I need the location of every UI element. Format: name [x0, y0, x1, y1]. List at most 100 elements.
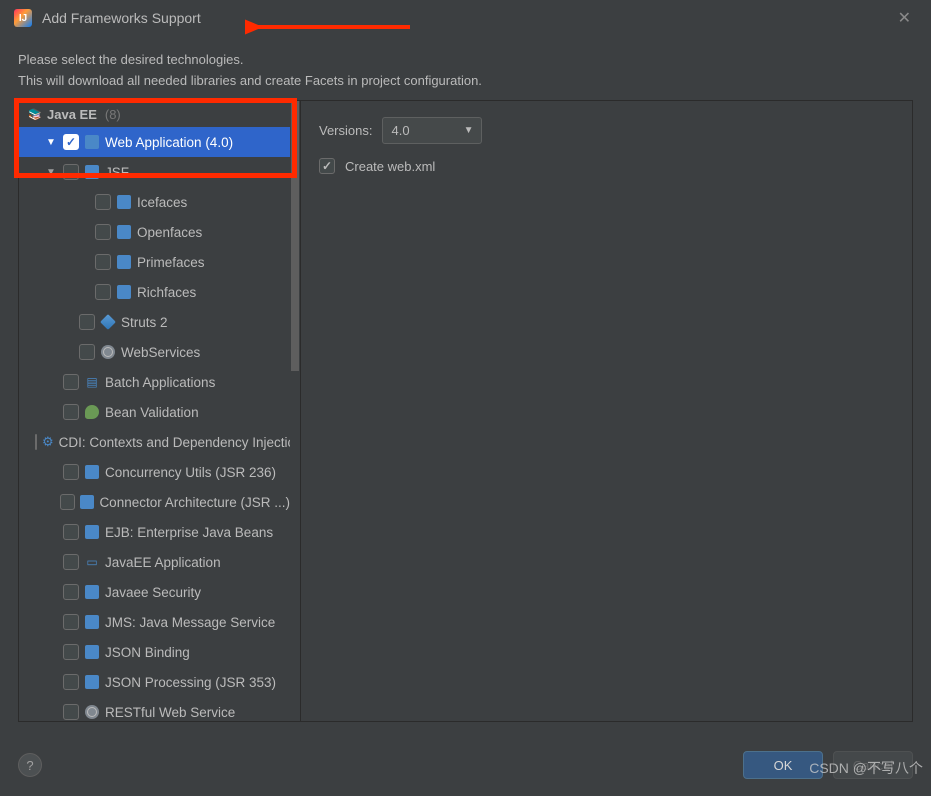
framework-detail-pane: Versions: 4.0 ▼ Create web.xml	[301, 101, 912, 721]
tree-item-concurrency[interactable]: Concurrency Utils (JSR 236)	[19, 457, 290, 487]
description-line1: Please select the desired technologies.	[18, 50, 913, 71]
module-icon	[85, 525, 99, 539]
javaee-icon	[84, 554, 100, 570]
tree-item-label: RESTful Web Service	[105, 705, 235, 720]
tree-item-jsf[interactable]: ▼ JSF	[19, 157, 290, 187]
tree-scrollbar[interactable]	[290, 101, 300, 721]
tree-item-label: Openfaces	[137, 225, 202, 240]
tree-item-label: Batch Applications	[105, 375, 215, 390]
tree-checkbox[interactable]	[79, 344, 95, 360]
tree-checkbox[interactable]	[35, 434, 37, 450]
description-line2: This will download all needed libraries …	[18, 71, 913, 92]
web-icon	[85, 135, 99, 149]
chevron-down-icon: ▼	[464, 125, 474, 136]
tree-checkbox[interactable]	[63, 374, 79, 390]
tree-item-openfaces[interactable]: Openfaces	[19, 217, 290, 247]
cancel-button[interactable]: Cancel	[833, 751, 913, 779]
tree-item-label: WebServices	[121, 345, 200, 360]
tree-checkbox[interactable]	[63, 674, 79, 690]
versions-label: Versions:	[319, 123, 372, 138]
component-icon	[85, 165, 99, 179]
expand-arrow-icon[interactable]: ▼	[44, 135, 58, 149]
cdi-icon	[42, 434, 54, 450]
module-icon	[85, 465, 99, 479]
tree-checkbox[interactable]	[63, 134, 79, 150]
tree-item-restful[interactable]: RESTful Web Service	[19, 697, 290, 721]
component-icon	[117, 255, 131, 269]
frameworks-tree-pane: Java EE(8)▼Web Application (4.0)▼JSFIcef…	[19, 101, 301, 721]
tree-checkbox[interactable]	[63, 164, 79, 180]
globe-icon	[101, 345, 115, 359]
tree-checkbox[interactable]	[63, 584, 79, 600]
tree-item-struts2[interactable]: Struts 2	[19, 307, 290, 337]
library-icon	[27, 106, 43, 122]
tree-item-primefaces[interactable]: Primefaces	[19, 247, 290, 277]
versions-row: Versions: 4.0 ▼	[319, 117, 894, 144]
version-dropdown[interactable]: 4.0 ▼	[382, 117, 482, 144]
tree-item-label: Richfaces	[137, 285, 196, 300]
tree-checkbox[interactable]	[95, 254, 111, 270]
tree-item-jms[interactable]: JMS: Java Message Service	[19, 607, 290, 637]
tree-item-connector[interactable]: Connector Architecture (JSR ...)	[19, 487, 290, 517]
intellij-icon: IJ	[14, 9, 32, 27]
tree-item-web-app[interactable]: ▼Web Application (4.0)	[19, 127, 290, 157]
tree-item-batch[interactable]: Batch Applications	[19, 367, 290, 397]
tree-item-json-bind[interactable]: JSON Binding	[19, 637, 290, 667]
module-icon	[80, 495, 94, 509]
ok-button[interactable]: OK	[743, 751, 823, 779]
tree-checkbox[interactable]	[79, 314, 95, 330]
create-webxml-label: Create web.xml	[345, 159, 435, 174]
tree-item-label: JSF	[105, 165, 129, 180]
tree-checkbox[interactable]	[63, 614, 79, 630]
tree-item-label: JMS: Java Message Service	[105, 615, 275, 630]
component-icon	[117, 195, 131, 209]
create-webxml-checkbox[interactable]	[319, 158, 335, 174]
dialog-footer: ? OK Cancel	[0, 734, 931, 796]
scrollbar-thumb[interactable]	[291, 101, 299, 371]
tree-item-json-proc[interactable]: JSON Processing (JSR 353)	[19, 667, 290, 697]
expand-arrow-icon[interactable]: ▼	[44, 165, 58, 179]
tree-checkbox[interactable]	[60, 494, 75, 510]
tree-item-label: Connector Architecture (JSR ...)	[99, 495, 290, 510]
tree-checkbox[interactable]	[63, 524, 79, 540]
globe-icon	[85, 705, 99, 719]
tree-item-label: Javaee Security	[105, 585, 201, 600]
tree-checkbox[interactable]	[95, 194, 111, 210]
tree-checkbox[interactable]	[63, 404, 79, 420]
tree-item-cdi[interactable]: CDI: Contexts and Dependency Injection	[19, 427, 290, 457]
component-icon	[117, 285, 131, 299]
tree-item-label: JavaEE Application	[105, 555, 221, 570]
tree-item-beanval[interactable]: Bean Validation	[19, 397, 290, 427]
tree-item-label: Concurrency Utils (JSR 236)	[105, 465, 276, 480]
tree-item-icefaces[interactable]: Icefaces	[19, 187, 290, 217]
tree-item-richfaces[interactable]: Richfaces	[19, 277, 290, 307]
content-panel: Java EE(8)▼Web Application (4.0)▼JSFIcef…	[18, 100, 913, 722]
help-button[interactable]: ?	[18, 753, 42, 777]
tree-checkbox[interactable]	[63, 704, 79, 720]
group-label: Java EE	[47, 107, 97, 122]
group-header-javaee[interactable]: Java EE (8)	[19, 101, 290, 127]
close-icon[interactable]: ✕	[892, 2, 917, 34]
tree-checkbox[interactable]	[63, 644, 79, 660]
tree-checkbox[interactable]	[95, 224, 111, 240]
tree-item-webservices[interactable]: WebServices	[19, 337, 290, 367]
tree-item-label: Primefaces	[137, 255, 205, 270]
module-icon	[85, 585, 99, 599]
tree-checkbox[interactable]	[95, 284, 111, 300]
module-icon	[85, 615, 99, 629]
window-title: Add Frameworks Support	[42, 10, 892, 26]
description: Please select the desired technologies. …	[0, 36, 931, 108]
tree-item-javaeeapp[interactable]: JavaEE Application	[19, 547, 290, 577]
frameworks-tree[interactable]: Java EE(8)▼Web Application (4.0)▼JSFIcef…	[19, 101, 290, 721]
module-icon	[85, 675, 99, 689]
tree-item-label: JSON Processing (JSR 353)	[105, 675, 276, 690]
batch-icon	[84, 374, 100, 390]
module-icon	[85, 645, 99, 659]
tree-item-label: CDI: Contexts and Dependency Injection	[59, 435, 290, 450]
group-count: (8)	[105, 107, 121, 122]
tree-item-javaee-sec[interactable]: Javaee Security	[19, 577, 290, 607]
tree-checkbox[interactable]	[63, 554, 79, 570]
tree-item-ejb[interactable]: EJB: Enterprise Java Beans	[19, 517, 290, 547]
tree-checkbox[interactable]	[63, 464, 79, 480]
create-webxml-row[interactable]: Create web.xml	[319, 158, 894, 174]
